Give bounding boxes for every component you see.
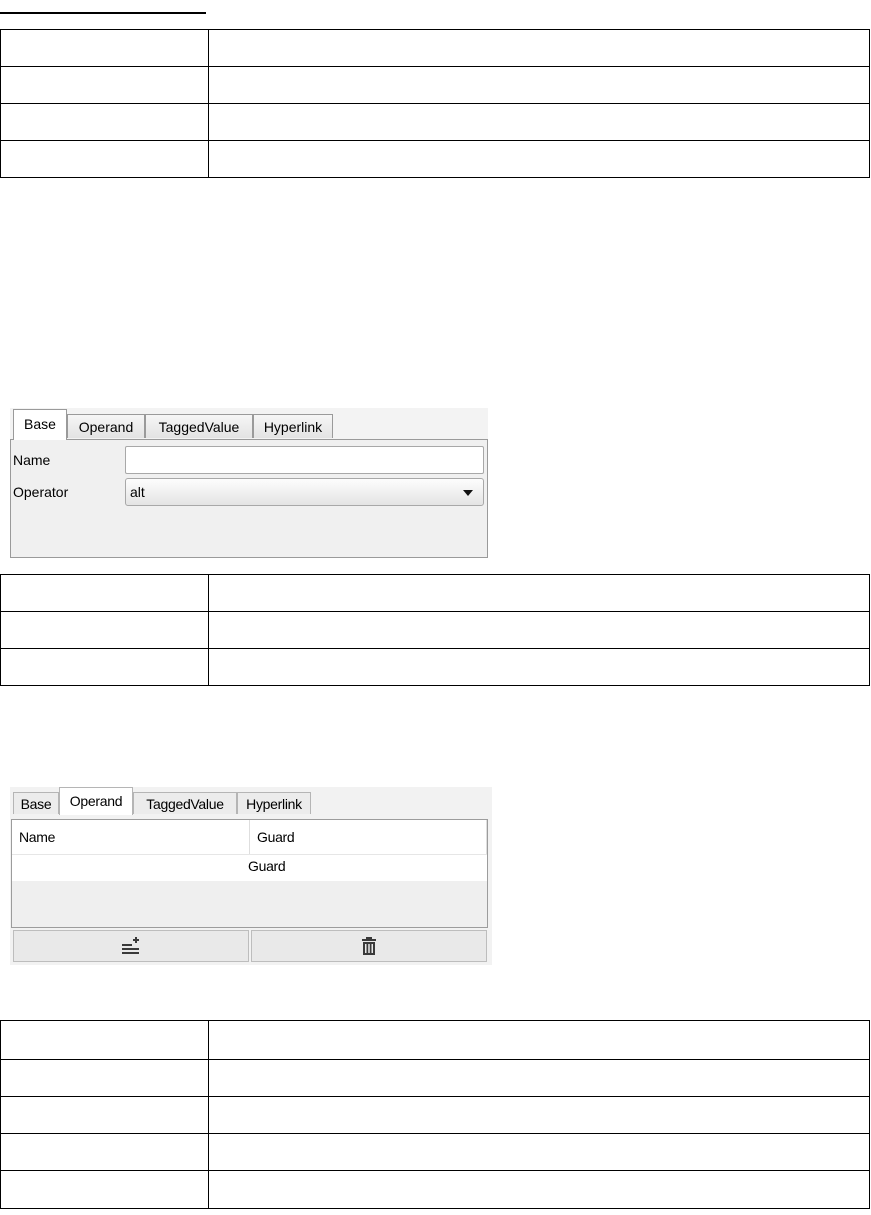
table-cell [208, 103, 870, 141]
table-cell [0, 574, 209, 612]
heading-underline [0, 12, 206, 14]
tab-hyperlink[interactable]: Hyperlink [237, 792, 311, 814]
table-row[interactable]: Guard [12, 855, 487, 881]
table-cell [0, 1059, 209, 1097]
info-table-2 [0, 574, 870, 686]
table-cell [208, 66, 870, 104]
chevron-down-icon [463, 490, 473, 496]
column-divider [486, 820, 487, 854]
table-cell [0, 611, 209, 649]
delete-operand-button[interactable] [251, 930, 487, 962]
info-table-1 [0, 29, 870, 178]
operand-guard-cell[interactable]: Guard [248, 858, 286, 874]
info-table-3 [0, 1020, 870, 1209]
operand-table-header: Name Guard [12, 820, 487, 855]
add-operand-button[interactable] [13, 930, 249, 962]
column-header-name[interactable]: Name [19, 829, 55, 845]
table-cell [0, 103, 209, 141]
table-cell [208, 611, 870, 649]
table-cell [208, 648, 870, 686]
table-cell [0, 1133, 209, 1171]
name-input[interactable] [125, 446, 484, 474]
tab-base[interactable]: Base [13, 792, 59, 814]
table-cell [0, 1096, 209, 1134]
tab-taggedvalue[interactable]: TaggedValue [133, 792, 237, 814]
table-cell [208, 140, 870, 178]
table-cell [208, 1059, 870, 1097]
table-cell [0, 66, 209, 104]
tab-taggedvalue[interactable]: TaggedValue [145, 414, 253, 438]
operand-table: Name Guard Guard [11, 819, 488, 928]
base-tab-content: Name Operator alt [10, 439, 488, 558]
table-cell [0, 648, 209, 686]
trash-icon [362, 937, 376, 955]
column-header-guard[interactable]: Guard [257, 829, 295, 845]
add-list-icon [122, 937, 139, 954]
combined-fragment-operand-panel: Base Operand TaggedValue Hyperlink Name … [10, 787, 492, 965]
column-divider [249, 820, 250, 854]
operator-select[interactable]: alt [125, 478, 484, 506]
table-cell [208, 29, 870, 67]
table-cell [208, 1170, 870, 1209]
combined-fragment-base-panel: Base Operand TaggedValue Hyperlink Name … [10, 408, 488, 558]
tab-operand[interactable]: Operand [67, 414, 145, 438]
operator-value: alt [130, 484, 145, 500]
table-cell [208, 1020, 870, 1060]
tab-base[interactable]: Base [13, 409, 67, 440]
name-label: Name [13, 452, 51, 468]
table-cell [0, 1020, 209, 1060]
table-cell [0, 140, 209, 178]
table-cell [0, 1170, 209, 1209]
tab-hyperlink[interactable]: Hyperlink [253, 414, 333, 438]
table-cell [208, 1133, 870, 1171]
table-cell [208, 574, 870, 612]
table-cell [208, 1096, 870, 1134]
table-cell [0, 29, 209, 67]
operator-label: Operator [13, 484, 69, 500]
tab-operand[interactable]: Operand [59, 787, 133, 815]
